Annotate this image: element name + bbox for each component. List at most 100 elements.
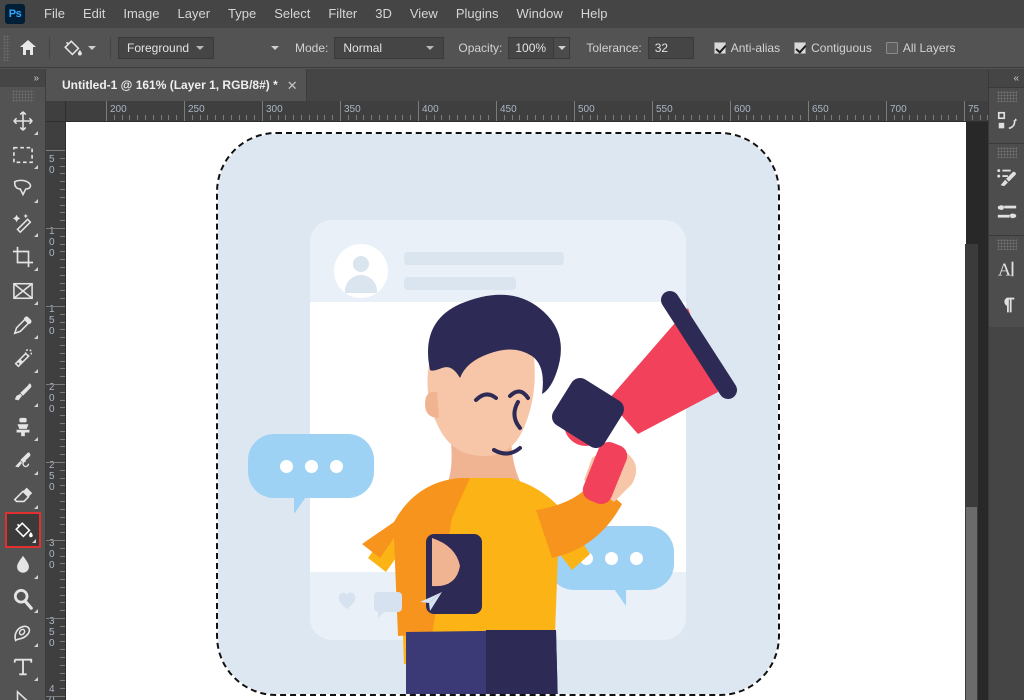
all-layers-checkbox[interactable]: All Layers	[885, 41, 956, 55]
brush-settings-icon	[997, 169, 1016, 187]
pattern-swatch[interactable]	[214, 36, 266, 59]
menu-type[interactable]: Type	[219, 3, 265, 25]
menu-window[interactable]: Window	[507, 3, 571, 25]
ruler-tick	[940, 115, 942, 120]
tool-flyout-indicator	[33, 403, 38, 407]
ruler-tick	[831, 115, 833, 120]
menu-3d[interactable]: 3D	[366, 3, 401, 25]
chevron-down-icon[interactable]	[426, 45, 435, 50]
panel-grip[interactable]	[996, 147, 1017, 158]
home-button[interactable]	[14, 35, 42, 61]
panel-grip[interactable]	[996, 91, 1017, 102]
opacity-input[interactable]: 100%	[508, 36, 555, 59]
menu-view[interactable]: View	[401, 3, 447, 25]
horizontal-ruler[interactable]: 200 250 300 350 400 450 500 550 600 650 …	[66, 101, 988, 122]
tools-panel-expand-button[interactable]: »	[0, 69, 45, 87]
artboard[interactable]	[66, 122, 966, 700]
tool-magic-wand[interactable]	[5, 206, 41, 240]
ruler-tick	[854, 115, 856, 120]
scrollbar-thumb[interactable]	[966, 507, 977, 700]
menu-filter[interactable]: Filter	[319, 3, 366, 25]
menu-layer[interactable]: Layer	[169, 3, 220, 25]
tool-blur[interactable]	[5, 548, 41, 582]
ruler-tick	[815, 115, 817, 120]
tool-brush[interactable]	[5, 376, 41, 410]
eraser-icon	[13, 487, 32, 503]
chevron-down-icon[interactable]	[271, 45, 279, 50]
menu-image[interactable]: Image	[114, 3, 168, 25]
tool-paint-bucket[interactable]	[4, 512, 41, 548]
menu-help[interactable]: Help	[572, 3, 617, 25]
ruler-tick	[496, 101, 497, 121]
tools-panel-grip[interactable]	[11, 90, 34, 102]
ruler-tick	[667, 115, 669, 120]
right-panel-collapse-button[interactable]: «	[989, 69, 1024, 87]
brush-settings-button[interactable]	[989, 159, 1024, 195]
menu-plugins[interactable]: Plugins	[447, 3, 508, 25]
character-panel-button[interactable]: A	[989, 251, 1024, 287]
ruler-origin[interactable]	[46, 101, 66, 122]
history-panel-button[interactable]	[989, 103, 1024, 139]
panel-grip[interactable]	[996, 239, 1017, 250]
close-icon[interactable]: ✕	[287, 79, 298, 92]
paragraph-panel-button[interactable]	[989, 287, 1024, 323]
ruler-tick	[113, 115, 115, 120]
ruler-tick	[722, 115, 724, 120]
ruler-tick	[761, 115, 763, 120]
current-tool-button[interactable]	[57, 35, 103, 61]
ruler-tick	[160, 115, 162, 120]
tool-frame[interactable]	[5, 274, 41, 308]
tool-type[interactable]	[5, 650, 41, 684]
ruler-label: 250	[49, 460, 55, 493]
tolerance-input[interactable]: 32	[647, 36, 694, 59]
tool-clone-stamp[interactable]	[5, 410, 41, 444]
options-bar-grip[interactable]	[3, 34, 10, 61]
chevron-down-icon[interactable]	[196, 45, 204, 50]
anti-alias-checkbox[interactable]: Anti-alias	[713, 40, 781, 55]
brush-presets-button[interactable]	[989, 195, 1024, 231]
tool-healing-brush[interactable]	[5, 342, 41, 376]
tool-flyout-indicator	[33, 677, 38, 681]
character-panel-icon: A	[998, 259, 1014, 279]
tool-pen[interactable]	[5, 616, 41, 650]
ruler-tick	[347, 115, 349, 120]
tool-history-brush[interactable]	[5, 444, 41, 478]
ruler-tick	[433, 115, 435, 120]
anti-alias-label: Anti-alias	[730, 40, 781, 55]
tool-flyout-indicator	[33, 575, 38, 579]
tool-crop[interactable]	[5, 240, 41, 274]
opacity-stepper[interactable]	[554, 36, 571, 59]
ruler-tick	[511, 115, 513, 120]
contiguous-checkbox[interactable]: Contiguous	[794, 41, 872, 55]
ruler-tick	[238, 115, 240, 120]
ruler-label: 400	[422, 104, 439, 115]
ruler-tick	[207, 115, 209, 120]
vertical-scrollbar[interactable]	[965, 244, 978, 700]
chevron-down-icon[interactable]	[88, 45, 96, 50]
ruler-label: 40	[49, 684, 55, 700]
menu-file[interactable]: File	[35, 3, 74, 25]
ruler-tick	[60, 204, 65, 206]
blend-mode-select[interactable]: Normal	[334, 36, 445, 59]
opacity-control[interactable]: 100%	[508, 36, 571, 59]
tool-marquee[interactable]	[5, 138, 41, 172]
ruler-tick	[301, 115, 302, 120]
ruler-tick	[784, 115, 786, 120]
fill-source-select[interactable]: Foreground	[118, 36, 214, 59]
tool-eraser[interactable]	[5, 478, 41, 512]
menu-edit[interactable]: Edit	[74, 3, 114, 25]
checkbox-box	[713, 41, 726, 54]
tool-path-selection[interactable]	[5, 684, 41, 700]
tool-eyedropper[interactable]	[5, 308, 41, 342]
brush-presets-icon	[997, 205, 1017, 219]
canvas-area[interactable]	[66, 122, 988, 700]
tool-move[interactable]	[5, 104, 41, 138]
tool-flyout-indicator	[33, 131, 38, 135]
document-tab[interactable]: Untitled-1 @ 161% (Layer 1, RGB/8#) * ✕	[46, 69, 307, 101]
menu-select[interactable]: Select	[265, 3, 319, 25]
tool-lasso[interactable]	[5, 172, 41, 206]
vertical-ruler[interactable]: 50 100 150 200 250 300 350 40	[46, 122, 66, 700]
ruler-tick	[60, 399, 65, 401]
tool-dodge[interactable]	[5, 582, 41, 616]
ruler-label: 300	[266, 104, 283, 115]
